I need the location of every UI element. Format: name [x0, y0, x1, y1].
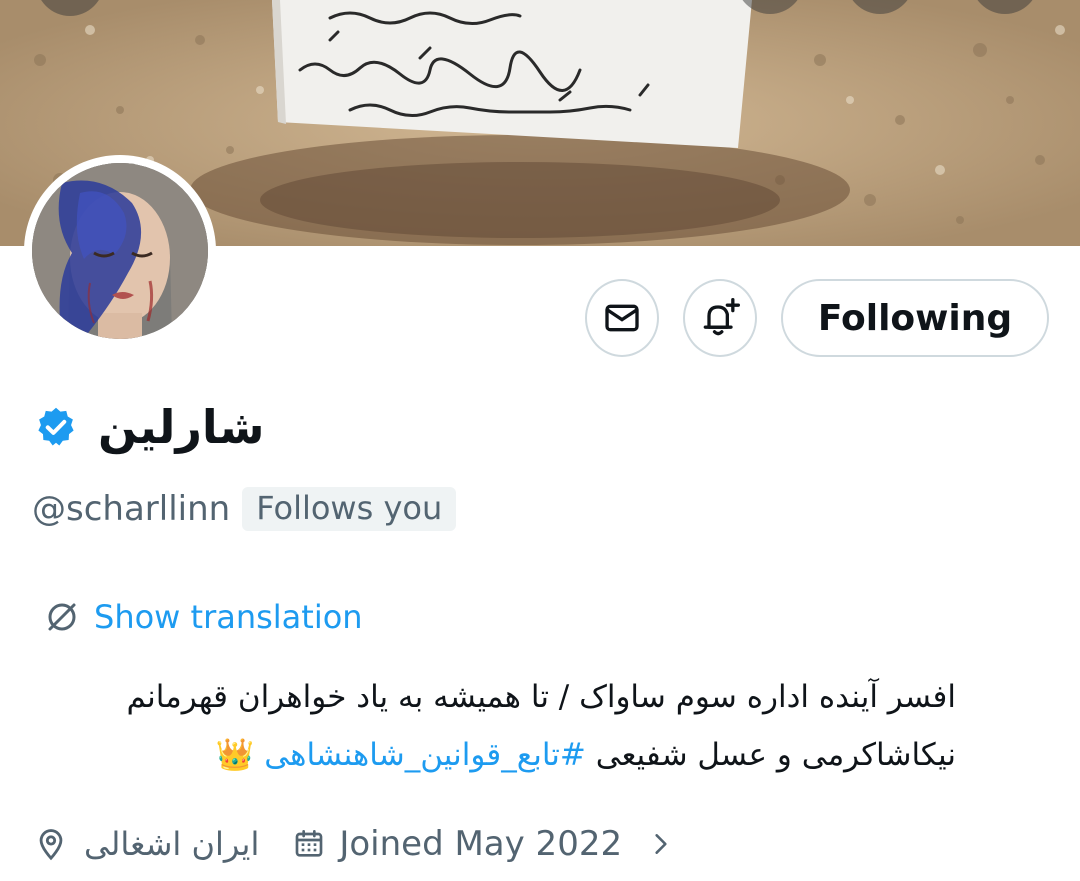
translate-icon: [48, 603, 76, 631]
profile-meta-row: ایران اشغالی Joined May 2022: [34, 816, 674, 872]
profile-location: ایران اشغالی: [84, 825, 260, 863]
message-button[interactable]: [585, 279, 659, 357]
name-row: شارلین: [34, 392, 264, 462]
calendar-icon: [295, 830, 323, 857]
bio-line-1: افسر آینده اداره سوم ساواک / تا همیشه به…: [126, 679, 956, 715]
handle-row: @scharllinn Follows you: [32, 484, 457, 534]
bio-hashtag[interactable]: #تابع_قوانین_شاهنشاهی: [264, 737, 586, 773]
user-handle: @scharllinn: [32, 489, 231, 529]
follows-you-badge: Follows you: [242, 487, 457, 531]
location-pin-icon: [39, 829, 63, 861]
show-translation-label[interactable]: Show translation: [94, 598, 363, 636]
verified-badge-icon: [38, 407, 74, 446]
chevron-right-icon[interactable]: [648, 829, 674, 859]
notifications-button[interactable]: [683, 279, 757, 357]
joined-date: Joined May 2022: [339, 824, 623, 864]
display-name: شارلین: [98, 400, 265, 454]
bell-plus-icon: [703, 298, 740, 336]
avatar-frame[interactable]: [24, 155, 216, 347]
crown-emoji: 👑: [215, 737, 255, 773]
profile-bio: افسر آینده اداره سوم ساواک / تا همیشه به…: [30, 668, 956, 784]
bio-line-2-text: نیکاشاکرمی و عسل شفیعی: [585, 737, 956, 773]
avatar[interactable]: [32, 163, 208, 339]
show-translation-link[interactable]: Show translation: [44, 594, 363, 640]
bio-line-2: نیکاشاکرمی و عسل شفیعی #تابع_قوانین_شاهن…: [30, 726, 956, 784]
following-button[interactable]: Following: [781, 279, 1049, 357]
envelope-icon: [605, 304, 639, 332]
avatar-image: [32, 163, 208, 339]
